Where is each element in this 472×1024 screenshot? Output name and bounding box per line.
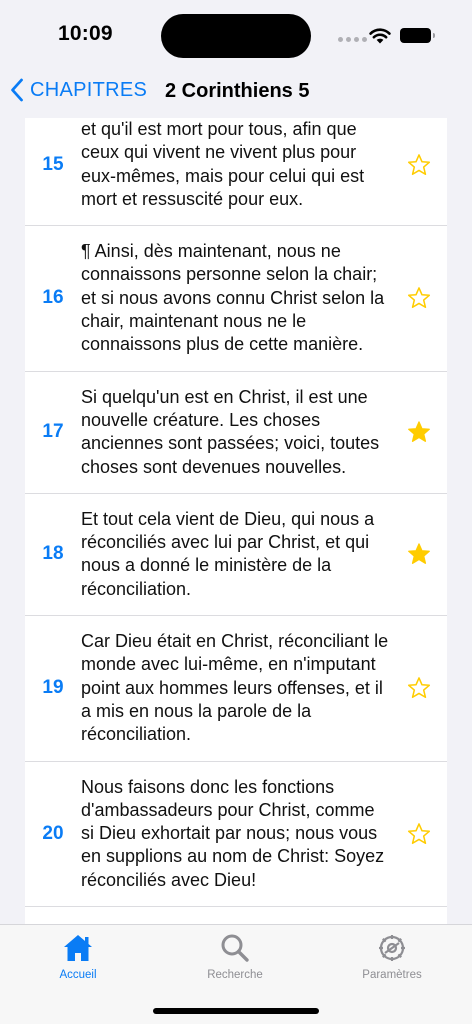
tab-bar: Accueil Recherche Paramètres [0,924,472,1024]
cellular-signal-icon [338,37,367,42]
verse-number: 19 [42,677,64,699]
verse-text: Et tout cela vient de Dieu, qui nous a r… [81,508,375,599]
back-button[interactable]: CHAPITRES [10,78,147,102]
verse-text: Nous faisons donc les fonctions d'ambass… [81,776,385,890]
verse-list-container[interactable]: 15 et qu'il est mort pour tous, afin que … [25,118,447,924]
verse-text: Car Dieu était en Christ, réconciliant l… [81,631,389,745]
status-bar: 10:09 [0,0,472,72]
tab-recherche[interactable]: Recherche [185,933,285,981]
verse-text: Si quelqu'un est en Christ, il est une n… [81,386,380,477]
navigation-bar: CHAPITRES 2 Corinthiens 5 [0,72,472,118]
verse-row[interactable]: 16 ¶ Ainsi, dès maintenant, nous ne conna… [25,226,447,372]
favorite-star-icon[interactable] [391,676,447,700]
verse-row[interactable]: 17 Si quelqu'un est en Christ, il est une… [25,372,447,494]
chevron-left-icon [11,78,23,102]
favorite-star-icon[interactable] [391,286,447,310]
tab-accueil[interactable]: Accueil [28,933,128,981]
verse-number: 17 [42,421,64,443]
tab-parametres-label: Paramètres [362,969,422,981]
dynamic-island [161,14,311,58]
verse-row[interactable]: 15 et qu'il est mort pour tous, afin que … [25,118,447,227]
verse-text: ¶ Ainsi, dès maintenant, nous ne connais… [81,241,385,355]
page-title: 2 Corinthiens 5 [165,80,310,102]
favorite-star-filled-icon[interactable] [391,542,447,566]
house-icon [64,935,92,961]
favorite-star-icon[interactable] [391,822,447,846]
verse-row[interactable]: 19 Car Dieu était en Christ, réconciliant… [25,616,447,762]
battery-icon [400,28,435,43]
verse-number: 15 [42,153,64,175]
tab-accueil-label: Accueil [59,969,97,981]
status-time: 10:09 [58,22,113,45]
wifi-icon [369,28,391,44]
gear-icon [379,935,405,961]
verse-number: 20 [42,822,64,844]
favorite-star-icon[interactable] [391,153,447,177]
tab-parametres[interactable]: Paramètres [342,933,442,981]
home-indicator [153,1008,319,1014]
tab-recherche-label: Recherche [207,969,263,981]
verse-text: et qu'il est mort pour tous, afin que ce… [81,119,365,209]
back-button-label: CHAPITRES [30,78,148,101]
verse-number: 18 [42,543,64,565]
verse-row[interactable]: 18 Et tout cela vient de Dieu, qui nous a… [25,494,447,617]
verse-list: 15 et qu'il est mort pour tous, afin que … [25,118,447,908]
verse-row[interactable]: 20 Nous faisons donc les fonctions d'amba… [25,762,447,908]
magnifier-icon [221,934,249,962]
favorite-star-filled-icon[interactable] [391,420,447,444]
verse-number: 16 [42,287,64,309]
